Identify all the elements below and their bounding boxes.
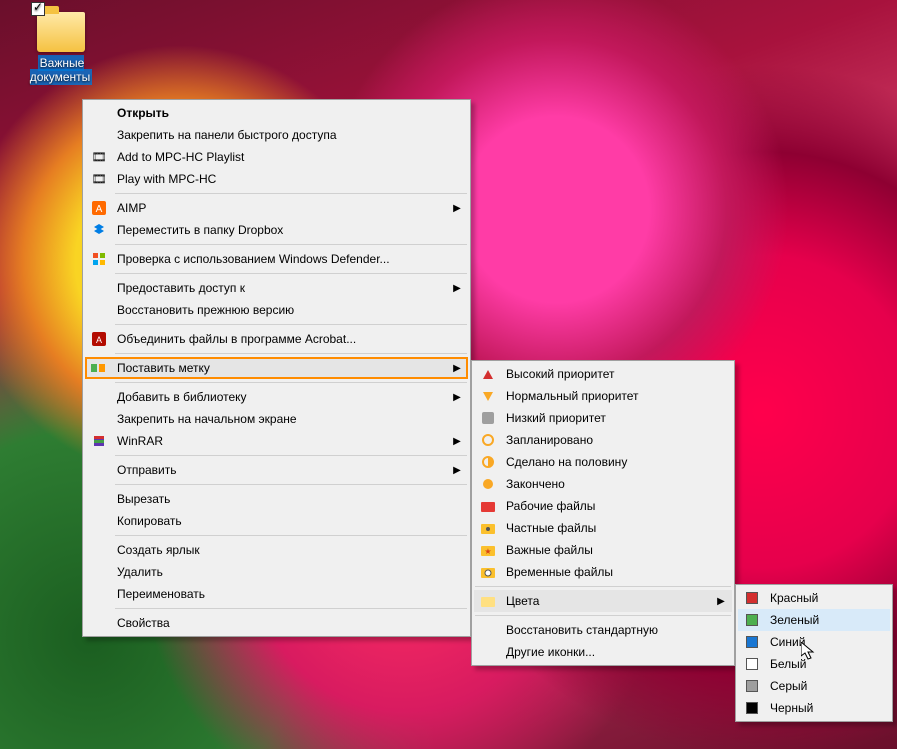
tag-normal-priority[interactable]: Нормальный приоритет (474, 385, 732, 407)
palette-icon (478, 593, 498, 609)
half-done-icon (478, 454, 498, 470)
color-black[interactable]: Черный (738, 697, 890, 719)
submenu-arrow-icon: ▶ (450, 203, 464, 214)
submenu-arrow-icon: ▶ (450, 465, 464, 476)
menu-separator (115, 193, 467, 194)
swatch-green-icon (742, 612, 762, 628)
menu-pin-start[interactable]: Закрепить на начальном экране (85, 408, 468, 430)
menu-set-tag[interactable]: Поставить метку▶ (85, 357, 468, 379)
menu-windows-defender[interactable]: Проверка с использованием Windows Defend… (85, 248, 468, 270)
menu-separator (115, 455, 467, 456)
tag-private-files[interactable]: Частные файлы (474, 517, 732, 539)
submenu-arrow-icon: ▶ (450, 283, 464, 294)
tag-restore-default[interactable]: Восстановить стандартную (474, 619, 732, 641)
dropbox-icon (89, 222, 109, 238)
menu-add-library[interactable]: Добавить в библиотеку▶ (85, 386, 468, 408)
desktop-folder-label: Важные документы (30, 55, 93, 85)
menu-properties[interactable]: Свойства (85, 612, 468, 634)
swatch-red-icon (742, 590, 762, 606)
tag-other-icons[interactable]: Другие иконки... (474, 641, 732, 663)
folder-icon (37, 12, 85, 52)
desktop-folder-important-docs[interactable]: Важные документы (22, 12, 100, 84)
menu-open[interactable]: Открыть (85, 102, 468, 124)
menu-winrar[interactable]: WinRAR▶ (85, 430, 468, 452)
tag-work-files[interactable]: Рабочие файлы (474, 495, 732, 517)
color-gray[interactable]: Серый (738, 675, 890, 697)
submenu-arrow-icon: ▶ (450, 436, 464, 447)
defender-icon (89, 251, 109, 267)
context-menu: Открыть Закрепить на панели быстрого дос… (82, 99, 471, 637)
menu-delete[interactable]: Удалить (85, 561, 468, 583)
folder-clock-icon (478, 564, 498, 580)
menu-rename[interactable]: Переименовать (85, 583, 468, 605)
swatch-blue-icon (742, 634, 762, 650)
submenu-arrow-icon: ▶ (450, 392, 464, 403)
mouse-cursor-icon (801, 642, 817, 662)
submenu-arrow-icon: ▶ (450, 363, 464, 374)
menu-cut[interactable]: Вырезать (85, 488, 468, 510)
mpc-icon: 🎞 (89, 171, 109, 187)
folder-lock-icon (478, 520, 498, 536)
menu-pin-quick-access[interactable]: Закрепить на панели быстрого доступа (85, 124, 468, 146)
menu-separator (115, 273, 467, 274)
menu-restore-previous[interactable]: Восстановить прежнюю версию (85, 299, 468, 321)
menu-separator (115, 535, 467, 536)
menu-separator (115, 484, 467, 485)
tag-high-priority[interactable]: Высокий приоритет (474, 363, 732, 385)
checkbox-icon (31, 2, 45, 16)
menu-separator (115, 324, 467, 325)
svg-text:A: A (96, 335, 102, 345)
menu-separator (115, 244, 467, 245)
menu-create-shortcut[interactable]: Создать ярлык (85, 539, 468, 561)
menu-share-access[interactable]: Предоставить доступ к▶ (85, 277, 468, 299)
menu-dropbox[interactable]: Переместить в папку Dropbox (85, 219, 468, 241)
color-red[interactable]: Красный (738, 587, 890, 609)
submenu-arrow-icon: ▶ (714, 596, 728, 607)
menu-separator (115, 382, 467, 383)
swatch-black-icon (742, 700, 762, 716)
tag-half-done[interactable]: Сделано на половину (474, 451, 732, 473)
svg-text:A: A (96, 204, 103, 215)
menu-acrobat-combine[interactable]: AОбъединить файлы в программе Acrobat... (85, 328, 468, 350)
priority-low-icon (478, 410, 498, 426)
swatch-white-icon (742, 656, 762, 672)
tag-planned[interactable]: Запланировано (474, 429, 732, 451)
done-icon (478, 476, 498, 492)
menu-send-to[interactable]: Отправить▶ (85, 459, 468, 481)
submenu-tags: Высокий приоритет Нормальный приоритет Н… (471, 360, 735, 666)
winrar-icon (89, 433, 109, 449)
menu-separator (115, 608, 467, 609)
menu-separator (475, 615, 731, 616)
menu-add-mpc-playlist[interactable]: 🎞Add to MPC-HC Playlist (85, 146, 468, 168)
mpc-icon: 🎞 (89, 149, 109, 165)
tag-done[interactable]: Закончено (474, 473, 732, 495)
folder-red-icon (478, 498, 498, 514)
tag-colors[interactable]: Цвета▶ (474, 590, 732, 612)
tag-important-files[interactable]: ★Важные файлы (474, 539, 732, 561)
swatch-gray-icon (742, 678, 762, 694)
planned-icon (478, 432, 498, 448)
menu-play-mpc[interactable]: 🎞Play with MPC-HC (85, 168, 468, 190)
color-green[interactable]: Зеленый (738, 609, 890, 631)
aimp-icon: A (89, 200, 109, 216)
priority-normal-icon (478, 388, 498, 404)
tag-icon (89, 360, 109, 376)
tag-low-priority[interactable]: Низкий приоритет (474, 407, 732, 429)
folder-star-icon: ★ (478, 542, 498, 558)
menu-copy[interactable]: Копировать (85, 510, 468, 532)
menu-separator (115, 353, 467, 354)
acrobat-icon: A (89, 331, 109, 347)
svg-text:★: ★ (484, 547, 491, 556)
priority-high-icon (478, 366, 498, 382)
menu-aimp[interactable]: AAIMP▶ (85, 197, 468, 219)
menu-separator (475, 586, 731, 587)
tag-temp-files[interactable]: Временные файлы (474, 561, 732, 583)
